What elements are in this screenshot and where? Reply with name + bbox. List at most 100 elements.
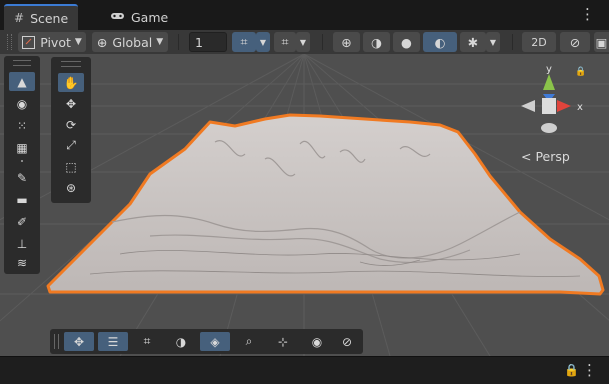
divider: [21, 160, 23, 162]
chevron-down-icon: ▼: [74, 37, 82, 47]
overlay-grip[interactable]: [54, 334, 59, 349]
global-label: Global: [112, 34, 153, 50]
gizmos-dropdown[interactable]: ▼: [486, 32, 500, 52]
compass-overlay-button[interactable]: ⊘: [333, 332, 361, 351]
lighting-toggle[interactable]: ◐: [423, 32, 457, 52]
pivot-icon: [22, 35, 36, 49]
smooth-holes-icon: ⁙: [16, 118, 28, 133]
move-overlay-icon: ✥: [73, 334, 85, 349]
gizmo-y-label: y: [546, 64, 552, 75]
grid-overlay-button[interactable]: ⌗: [132, 332, 162, 351]
scene-toolbar: Pivot ▼ ⊕ Global ▼ 1 ⌗ ▼ ⌗ ▼ ⊕ ◑ ● ◐ ✱ ▼ 2…: [0, 30, 609, 54]
transform-tool-button[interactable]: ⊛: [58, 178, 84, 197]
gizmo-x-label: x: [577, 102, 583, 113]
set-height-icon: ▬: [16, 192, 28, 207]
paint-trees-icon: ✐: [16, 214, 28, 229]
search-overlay-icon: ⌕: [245, 334, 253, 348]
layers-overlay-button[interactable]: ☰: [98, 332, 128, 351]
gizmo-neg-y-axis[interactable]: [541, 123, 557, 133]
overlay-grip[interactable]: [61, 61, 81, 67]
raise-lower-button[interactable]: ▲: [9, 72, 35, 91]
snap-settings-icon: ⌗: [281, 34, 289, 49]
global-dropdown[interactable]: ⊕ Global ▼: [92, 32, 168, 52]
separator: [178, 34, 179, 50]
grid-size-field[interactable]: 1: [189, 32, 227, 52]
shaded-wireframe-button[interactable]: ◑: [363, 32, 390, 52]
chevron-down-icon: ▼: [259, 37, 267, 47]
globe-icon: ⊕: [96, 34, 108, 50]
gizmo-center-cube[interactable]: [542, 98, 556, 114]
hand-tool-icon: ✋: [63, 75, 79, 90]
grid-icon: #: [14, 11, 25, 25]
status-menu-button[interactable]: ⋮: [582, 361, 597, 379]
gizmos-button[interactable]: ✱: [460, 32, 486, 52]
paint-details-icon: ≋: [16, 256, 28, 270]
layers-overlay-icon: ☰: [107, 334, 119, 349]
move-overlay-button[interactable]: ✥: [64, 332, 94, 351]
2d-toggle-button[interactable]: 2D: [522, 32, 556, 52]
tab-bar: # Scene Game ⋮: [0, 0, 609, 30]
persp-label[interactable]: < Persp: [521, 149, 570, 164]
2d-toggle-icon: 2D: [531, 35, 547, 49]
tab-game[interactable]: Game: [100, 4, 178, 30]
gizmo-bug-icon: ✱: [467, 34, 479, 50]
bottom-overlay-toolbar: ✥ ☰ ⌗ ◑ ◈ ⌕ ⊹ ◉ ⊘: [50, 329, 363, 354]
paint-trees-button[interactable]: ✐: [9, 212, 35, 231]
camera-button[interactable]: ▣: [594, 32, 609, 52]
toolbar-grip[interactable]: [7, 34, 12, 50]
terrain-settings-button[interactable]: ▦: [9, 138, 35, 157]
raise-lower-icon: ▲: [17, 74, 27, 89]
scale-tool-button[interactable]: ⤢: [58, 136, 84, 155]
snap-settings-button[interactable]: ⌗: [274, 32, 296, 52]
gizmo-x-axis[interactable]: [557, 100, 571, 112]
gizmo-neg-x-axis[interactable]: [521, 100, 535, 112]
move-tool-button[interactable]: ✥: [58, 94, 84, 113]
rotate-tool-icon: ⟳: [65, 117, 77, 132]
rotate-tool-button[interactable]: ⟳: [58, 115, 84, 134]
snap-grid-icon: ⌗: [240, 34, 248, 49]
gamepad-icon: [110, 10, 125, 24]
separator: [322, 34, 323, 50]
chevron-down-icon: ▼: [489, 37, 497, 47]
rect-tool-button[interactable]: ⬚: [58, 157, 84, 176]
stamp-button[interactable]: ⊥: [9, 234, 35, 253]
gizmo-y-axis[interactable]: [543, 74, 555, 90]
pivot-overlay-button[interactable]: ⊹: [268, 332, 298, 351]
smooth-holes-button[interactable]: ⁙: [9, 116, 35, 135]
snap-grid-dropdown[interactable]: ▼: [256, 32, 270, 52]
lock-icon[interactable]: 🔒: [564, 363, 579, 377]
fx-toggle-button[interactable]: ⊘: [560, 32, 590, 52]
terrain-brush-button[interactable]: ◈: [200, 332, 230, 351]
rect-tool-icon: ⬚: [65, 159, 77, 174]
pivot-dropdown[interactable]: Pivot ▼: [18, 32, 86, 52]
tab-scene[interactable]: # Scene: [4, 4, 78, 30]
tab-menu-button[interactable]: ⋮: [580, 7, 595, 22]
shaded-mode-button[interactable]: ●: [393, 32, 420, 52]
snap-settings-dropdown[interactable]: ▼: [296, 32, 310, 52]
hand-tool-button[interactable]: ✋: [58, 73, 84, 92]
search-overlay-button[interactable]: ⌕: [234, 332, 264, 351]
sculpt-paint-icon: ◉: [16, 96, 28, 111]
fx-icon: ⊘: [569, 34, 581, 50]
chevron-down-icon: ▼: [156, 37, 164, 47]
visibility-overlay-button[interactable]: ◉: [302, 332, 332, 351]
move-tool-icon: ✥: [65, 96, 77, 111]
transform-tools-overlay: ✋ ✥ ⟳ ⤢ ⬚ ⊛: [51, 57, 91, 203]
overlay-grip[interactable]: [13, 60, 31, 66]
grid-overlay-icon: ⌗: [143, 334, 151, 348]
gizmo-lock-icon[interactable]: 🔒: [575, 67, 586, 77]
visibility-overlay-icon: ◉: [311, 334, 323, 349]
pivot-label: Pivot: [40, 34, 71, 50]
lighting-icon: ◐: [434, 34, 446, 50]
paint-texture-icon: ✎: [16, 170, 28, 185]
sculpt-paint-button[interactable]: ◉: [9, 94, 35, 113]
paint-texture-button[interactable]: ✎: [9, 168, 35, 187]
paint-details-button[interactable]: ≋: [9, 254, 35, 272]
set-height-button[interactable]: ▬: [9, 190, 35, 209]
shading-overlay-button[interactable]: ◑: [166, 332, 196, 351]
snap-grid-button[interactable]: ⌗: [232, 32, 256, 52]
wireframe-mode-button[interactable]: ⊕: [333, 32, 360, 52]
separator: [512, 34, 513, 50]
scale-tool-icon: ⤢: [66, 138, 76, 152]
scene-viewport[interactable]: y x 🔒 < Persp ▲ ◉ ⁙ ▦ ✎ ▬ ✐ ⊥ ≋ ✋ ✥ ⟳ ⤢ …: [0, 54, 609, 356]
